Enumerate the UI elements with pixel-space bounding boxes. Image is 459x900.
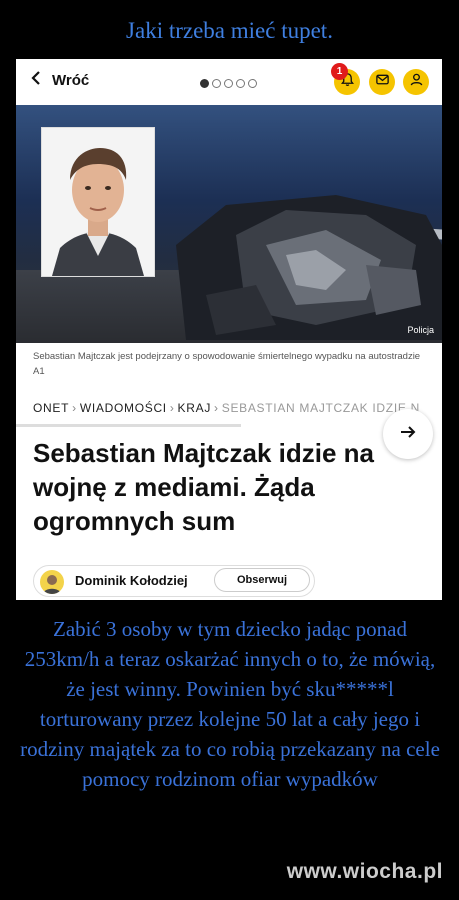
follow-button[interactable]: Obserwuj [214, 568, 310, 592]
account-button[interactable] [403, 69, 429, 95]
meme-body-text: Zabić 3 osoby w tym dziecko jadąc ponad … [20, 617, 440, 791]
suspect-portrait [41, 127, 155, 277]
page-dot[interactable] [200, 79, 209, 88]
watermark: www.wiocha.pl [286, 860, 443, 883]
breadcrumb-item[interactable]: KRAJ [178, 401, 211, 415]
meme-title: Jaki trzeba mieć tupet. [126, 18, 333, 43]
article-photo[interactable]: Policja [16, 105, 442, 343]
next-button[interactable] [383, 409, 433, 459]
breadcrumb-item[interactable]: SEBASTIAN MAJTCZAK IDZIE N [222, 401, 420, 415]
article-headline: Sebastian Majtczak idzie na wojnę z medi… [33, 438, 375, 536]
breadcrumb-item[interactable]: WIADOMOŚCI [80, 401, 167, 415]
wrecked-car-image [176, 195, 442, 340]
page-dot[interactable] [236, 79, 245, 88]
notification-badge: 1 [331, 63, 348, 80]
messages-button[interactable] [369, 69, 395, 95]
arrow-right-icon [399, 423, 417, 446]
app-screenshot: Wróć 1 Policja Sebastian Majtczak jest p… [16, 59, 442, 600]
back-label: Wróć [52, 71, 90, 89]
avatar [40, 570, 64, 594]
breadcrumb-scroll-indicator [16, 424, 241, 427]
breadcrumb: ONET › WIADOMOŚCI › KRAJ › SEBASTIAN MAJTCZAK … [33, 401, 420, 415]
mail-icon [375, 72, 390, 92]
top-bar: Wróć 1 [16, 59, 442, 105]
page-dot[interactable] [248, 79, 257, 88]
breadcrumb-item[interactable]: ONET [33, 401, 69, 415]
back-button[interactable]: Wróć [30, 71, 89, 89]
pagination-dots [200, 79, 257, 88]
page-dot[interactable] [224, 79, 233, 88]
author-name[interactable]: Dominik Kołodziej [75, 573, 188, 588]
page-dot[interactable] [212, 79, 221, 88]
user-icon [409, 72, 424, 92]
photo-credit: Policja [407, 325, 434, 335]
photo-caption: Sebastian Majtczak jest podejrzany o spo… [33, 351, 421, 377]
chevron-left-icon [30, 71, 42, 89]
